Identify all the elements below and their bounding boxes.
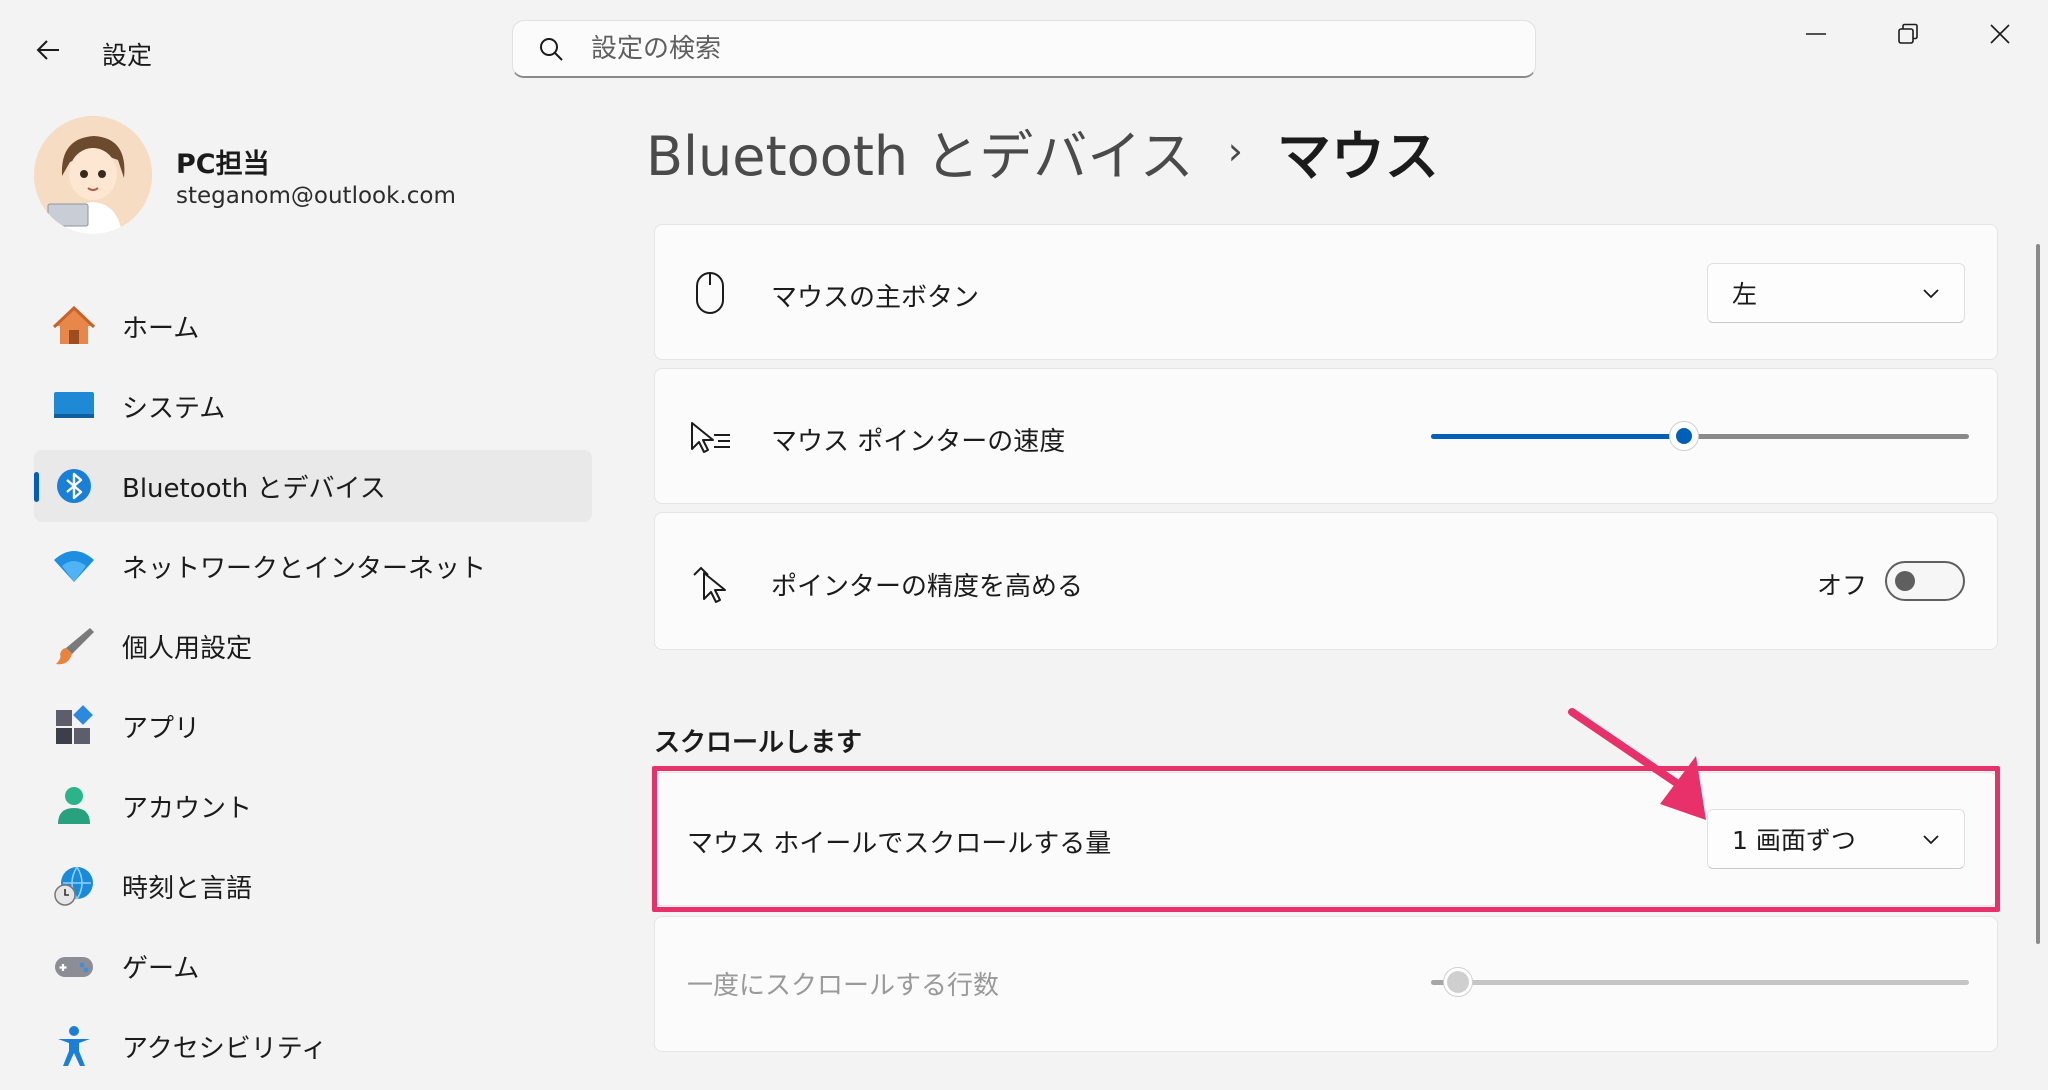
sidebar-nav: ホーム システム Bluetooth とデバイス ネットワークとインターネット … <box>34 290 592 1090</box>
sidebar-item-label: 時刻と言語 <box>122 873 253 904</box>
sidebar-item-label: 個人用設定 <box>122 633 253 664</box>
breadcrumb-parent[interactable]: Bluetooth とデバイス <box>646 112 1194 191</box>
scroll-lines-slider[interactable] <box>1431 967 1969 997</box>
sidebar-item-apps[interactable]: アプリ <box>34 690 592 762</box>
back-button[interactable] <box>24 30 72 70</box>
section-title-scroll: スクロールします <box>654 728 863 758</box>
close-icon <box>1990 24 2010 44</box>
pointer-speed-icon <box>685 412 735 462</box>
sidebar-item-time-language[interactable]: 時刻と言語 <box>34 850 592 922</box>
scrollbar[interactable] <box>2036 244 2040 944</box>
primary-button-dropdown[interactable]: 左 <box>1707 263 1965 323</box>
slider-thumb[interactable] <box>1443 967 1473 997</box>
minimize-button[interactable] <box>1776 10 1856 58</box>
close-button[interactable] <box>1960 10 2040 58</box>
sidebar-item-label: ゲーム <box>122 953 200 984</box>
user-name: PC担当 <box>176 149 270 180</box>
sidebar-item-label: システム <box>122 393 226 424</box>
sidebar-item-home[interactable]: ホーム <box>34 290 592 362</box>
active-indicator <box>34 472 39 502</box>
setting-label: ポインターの精度を高める <box>771 572 1084 602</box>
search-input[interactable] <box>589 32 1493 65</box>
sidebar-item-label: Bluetooth とデバイス <box>122 473 386 504</box>
breadcrumb-separator: › <box>1227 129 1243 173</box>
sidebar-item-bluetooth[interactable]: Bluetooth とデバイス <box>34 450 592 522</box>
wifi-icon <box>52 544 96 588</box>
setting-pointer-speed: マウス ポインターの速度 <box>654 368 1998 504</box>
bluetooth-icon <box>52 464 96 508</box>
sidebar-item-label: ネットワークとインターネット <box>122 553 487 584</box>
sidebar-item-personalization[interactable]: 個人用設定 <box>34 610 592 682</box>
user-email: steganom@outlook.com <box>176 183 456 209</box>
sidebar-item-gaming[interactable]: ゲーム <box>34 930 592 1002</box>
setting-label: マウス ポインターの速度 <box>771 427 1066 457</box>
search-icon <box>533 36 569 62</box>
setting-scroll-lines: 一度にスクロールする行数 <box>654 916 1998 1052</box>
annotation-arrow-icon <box>1568 708 1706 820</box>
sidebar-item-system[interactable]: システム <box>34 370 592 442</box>
home-icon <box>52 304 96 348</box>
breadcrumb: Bluetooth とデバイス › マウス <box>646 115 1439 188</box>
toggle-knob <box>1895 571 1915 591</box>
slider-thumb[interactable] <box>1669 421 1699 451</box>
sidebar-item-label: アカウント <box>122 793 253 824</box>
system-icon <box>52 384 96 428</box>
sidebar-item-accounts[interactable]: アカウント <box>34 770 592 842</box>
chevron-down-icon <box>1923 289 1939 299</box>
setting-label: 一度にスクロールする行数 <box>687 971 1000 1001</box>
app-title: 設定 <box>102 41 153 70</box>
pointer-speed-slider[interactable] <box>1431 421 1969 451</box>
sidebar-item-label: ホーム <box>122 313 200 344</box>
accessibility-icon <box>52 1024 96 1068</box>
setting-pointer-precision: ポインターの精度を高める オフ <box>654 512 1998 650</box>
brush-icon <box>52 624 96 668</box>
sidebar-item-label: アプリ <box>122 713 201 744</box>
apps-icon <box>52 704 96 748</box>
restore-button[interactable] <box>1868 10 1948 58</box>
restore-icon <box>1898 23 1918 44</box>
page-title: マウス <box>1276 124 1439 188</box>
sidebar-item-accessibility[interactable]: アクセシビリティ <box>34 1010 592 1082</box>
time-language-icon <box>52 864 96 908</box>
pointer-precision-toggle[interactable] <box>1885 561 1965 601</box>
dropdown-value: 左 <box>1732 280 1758 309</box>
slider-fill <box>1431 434 1684 439</box>
toggle-state-label: オフ <box>1817 571 1868 600</box>
highlight-frame <box>652 766 2000 912</box>
minimize-icon <box>1806 33 1826 35</box>
back-arrow-icon <box>36 40 59 60</box>
mouse-icon <box>685 268 735 318</box>
gamepad-icon <box>52 944 96 988</box>
pointer-precision-icon <box>685 557 735 607</box>
setting-label: マウスの主ボタン <box>771 283 980 313</box>
sidebar-item-label: アクセシビリティ <box>122 1033 328 1064</box>
slider-track <box>1431 980 1969 985</box>
avatar[interactable] <box>34 116 152 234</box>
avatar-image <box>34 116 152 234</box>
search-box[interactable] <box>512 20 1536 78</box>
setting-primary-button: マウスの主ボタン 左 <box>654 224 1998 360</box>
account-icon <box>52 784 96 828</box>
sidebar-item-network[interactable]: ネットワークとインターネット <box>34 530 592 602</box>
